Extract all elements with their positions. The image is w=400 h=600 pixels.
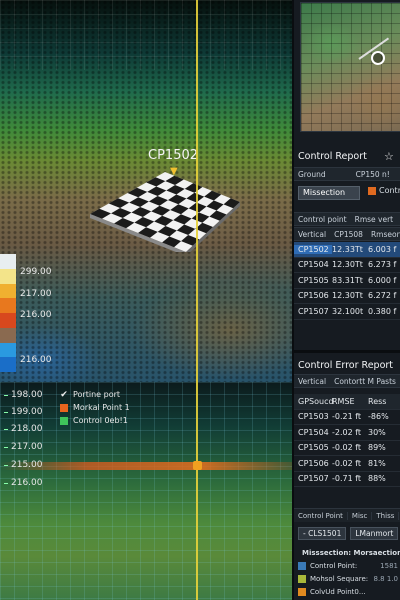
overview-minimap[interactable] (300, 2, 400, 132)
3d-viewport[interactable]: CP1502 ▼ 299.00 217.00 216.00 216.00 198… (0, 0, 292, 600)
subheader-cell: Vertical (298, 376, 327, 386)
table-row[interactable]: CP1505 -0.02 ft 89% (294, 441, 400, 456)
control-report-title: Control Report (298, 151, 367, 162)
legend-item: ColvUd Point0... (298, 585, 400, 598)
color-scale-segment (0, 327, 16, 343)
legend-swatch (60, 416, 68, 425)
control-point-target[interactable] (90, 172, 240, 252)
legend-item: Control Point: 1581 (298, 559, 400, 572)
control-point-label: CP1502 (148, 148, 199, 163)
tab-thiss[interactable]: Thiss (372, 511, 400, 520)
footer-tabs: Control Point Misc Thiss (294, 508, 400, 522)
section-marker[interactable] (193, 461, 202, 470)
column-header[interactable]: RMSE (332, 397, 368, 406)
subheader-cell: CP1508 (334, 229, 363, 239)
footer-buttons: - CLS1501 LManmort (298, 527, 399, 540)
color-scale-segment (0, 298, 16, 313)
missection-button[interactable]: Missection (298, 186, 360, 200)
reference-grid (0, 0, 292, 70)
control-report-header: Ground CP150 n! (294, 167, 400, 181)
error-report-table: GPSoucd RMSE Ress CP1503 -0.21 ft -86% C… (294, 394, 400, 487)
panel-legend: Misssection: Morsaection Control Point: … (298, 546, 400, 598)
table-row[interactable]: CP1505 83.31Tt 6.000 f (294, 273, 400, 289)
control-report-subheader: Vertical CP1508 Rmseon (294, 227, 400, 241)
color-scale-segment (0, 283, 16, 299)
error-report-title: Control Error Report (298, 360, 394, 371)
control-report-columns: Control point Rmse vert (294, 212, 400, 226)
table-row[interactable]: CP1503 -0.21 ft -86% (294, 410, 400, 425)
color-scale-segment (0, 342, 16, 358)
legend-swatch (298, 561, 306, 570)
legend-item: Mohsol Sequare: 8.8 1.0 (298, 572, 400, 585)
control-option[interactable]: Control (368, 186, 400, 195)
minimap-location-icon[interactable] (371, 51, 385, 65)
elevation-tick: 218.00 (4, 424, 43, 434)
star-icon[interactable]: ☆ (384, 150, 394, 163)
legend-swatch (298, 574, 306, 583)
scale-label: 216.00 (20, 355, 52, 365)
table-row[interactable]: CP1507 32.100t 0.380 f (294, 304, 400, 320)
table-row[interactable]: CP1502 12.33Tt 6.003 f (294, 242, 400, 258)
tab-misc[interactable]: Misc (348, 511, 373, 520)
table-row[interactable]: CP1504 -2.02 ft 30% (294, 425, 400, 441)
elevation-tick: 199.00 (4, 407, 43, 417)
column-header[interactable]: Control point (294, 215, 351, 224)
control-color-swatch (368, 186, 376, 195)
section-cursor-line[interactable] (196, 0, 198, 600)
table-row[interactable]: CP1506 12.30Tt 6.272 f (294, 289, 400, 304)
elevation-tick: 216.00 (4, 478, 43, 488)
profile-grid (0, 382, 292, 600)
subheader-cell: Vertical (298, 229, 327, 239)
scale-label: 217.00 (20, 289, 52, 299)
table-header-row: GPSoucd RMSE Ress (294, 394, 400, 410)
elevation-tick: 198.00 (4, 390, 43, 400)
elevation-tick: 215.00 (4, 460, 43, 470)
color-scale-segment (0, 254, 16, 269)
scale-label: 299.00 (20, 267, 52, 277)
legend-item: Misssection: Morsaection (302, 548, 400, 557)
checkmark-icon: ✔ (60, 389, 68, 400)
legend-swatch (298, 587, 306, 596)
column-header[interactable]: Rmse vert (351, 215, 398, 224)
color-scale-segment (0, 268, 16, 284)
color-scale-segment (0, 313, 16, 328)
column-header[interactable]: Ress (368, 397, 400, 406)
legend-item[interactable]: Control 0eb!1 (60, 414, 130, 427)
legend-item[interactable]: ✔ Portine port (60, 388, 130, 401)
color-scale-segment (0, 357, 16, 372)
legend-item[interactable]: Morkal Point 1 (60, 401, 130, 414)
subheader-cell: Contortt M Pasts (334, 376, 396, 386)
target-arrow-icon: ▼ (170, 166, 178, 177)
column-header[interactable]: GPSoucd (294, 397, 334, 406)
viewport-legend: ✔ Portine port Morkal Point 1 Control 0e… (60, 388, 130, 427)
cls-button[interactable]: - CLS1501 (298, 527, 347, 540)
legend-swatch (60, 403, 68, 412)
error-report-subheader: Vertical Contortt M Pasts (294, 374, 400, 388)
table-row[interactable]: CP1507 -0.71 ft 88% (294, 472, 400, 487)
header-ground: Ground (298, 169, 326, 179)
table-row[interactable]: CP1506 -0.02 ft 81% (294, 456, 400, 472)
elevation-tick: 217.00 (4, 442, 43, 452)
header-cp: CP150 n! (355, 169, 390, 179)
panel-splitter[interactable] (294, 350, 400, 353)
section-profile-view[interactable] (0, 382, 292, 600)
minimap-grid (301, 3, 400, 131)
table-row[interactable]: CP1504 12.30Tt 6.273 f (294, 258, 400, 273)
elevation-color-scale (0, 254, 16, 372)
tab-control-point[interactable]: Control Point (294, 511, 348, 520)
scale-label: 216.00 (20, 310, 52, 320)
report-panel: Control Report ☆ Ground CP150 n! Missect… (292, 0, 400, 600)
manmort-button[interactable]: LManmort (350, 527, 399, 540)
subheader-cell: Rmseon (370, 229, 400, 239)
section-line (0, 462, 292, 470)
control-report-table: CP1502 12.33Tt 6.003 f CP1504 12.30Tt 6.… (294, 242, 400, 320)
